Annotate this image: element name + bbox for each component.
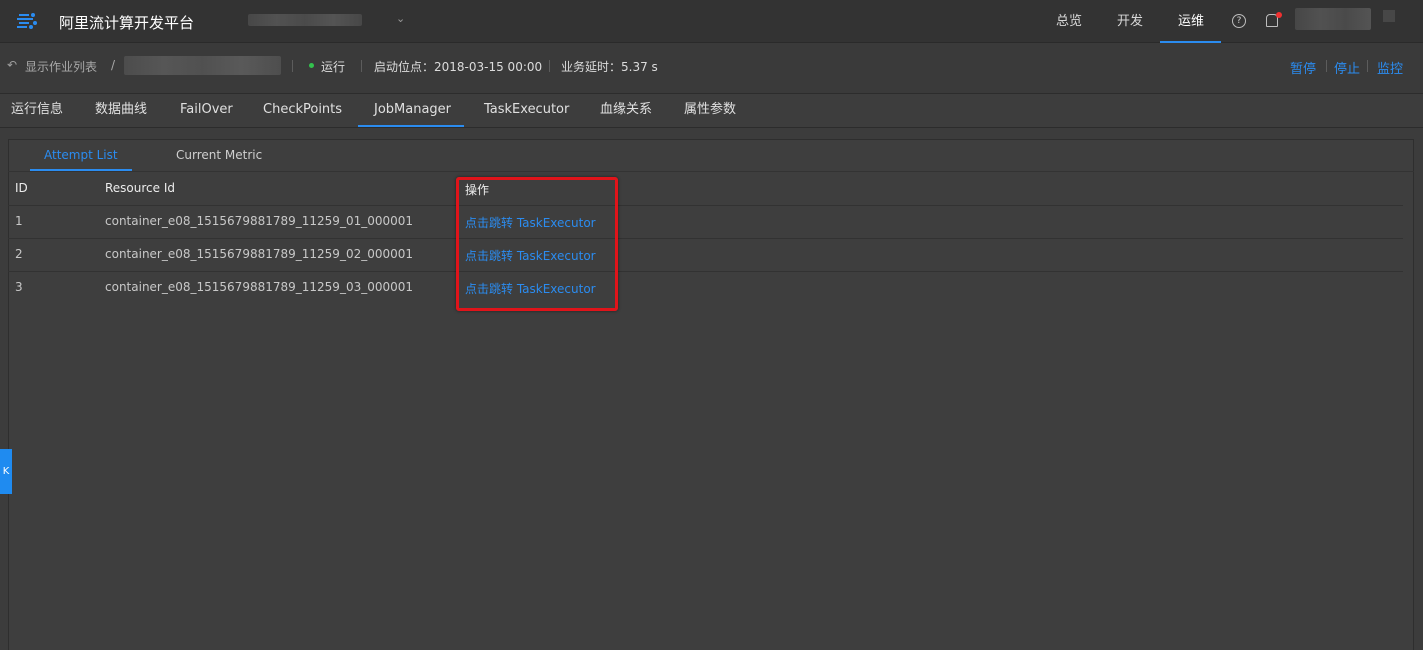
divider (1326, 60, 1327, 72)
column-header-resource-id: Resource Id (105, 181, 176, 195)
tab-checkpoints[interactable]: CheckPoints (263, 94, 342, 127)
job-name (124, 56, 281, 75)
divider (1367, 60, 1368, 72)
row-divider (8, 205, 1403, 206)
logo-icon[interactable] (16, 10, 38, 32)
back-arrow-icon[interactable]: ↶ (7, 58, 17, 72)
tab-taskexecutor[interactable]: TaskExecutor (484, 94, 569, 127)
nav-overview[interactable]: 总览 (1056, 0, 1082, 43)
back-to-job-list-link[interactable]: 显示作业列表 (25, 58, 97, 75)
tab-lineage[interactable]: 血缘关系 (600, 94, 652, 127)
start-offset: 启动位点：2018-03-15 00:00 (374, 60, 543, 74)
help-icon[interactable]: ? (1232, 14, 1246, 28)
tab-jobmanager[interactable]: JobManager (374, 94, 451, 127)
nav-operations[interactable]: 运维 (1178, 0, 1204, 43)
annotation-highlight-box (456, 177, 618, 311)
subtab-attempt-list[interactable]: Attempt List (44, 148, 118, 162)
stop-button[interactable]: 停止 (1334, 58, 1360, 77)
column-header-id: ID (15, 181, 28, 195)
row-1-resource-id: container_e08_1515679881789_11259_01_000… (105, 214, 414, 228)
nav-develop[interactable]: 开发 (1117, 0, 1143, 43)
top-navbar: 阿里流计算开发平台 ⌄ 总览 开发 运维 ? (0, 0, 1423, 43)
divider (549, 60, 550, 72)
tab-properties[interactable]: 属性参数 (684, 94, 736, 127)
tab-run-info[interactable]: 运行信息 (11, 94, 63, 127)
divider (8, 171, 1414, 172)
row-2-id: 2 (15, 247, 23, 261)
row-3-resource-id: container_e08_1515679881789_11259_03_000… (105, 280, 414, 294)
job-status: 运行 (321, 60, 346, 74)
business-delay: 业务延时：5.37 s (561, 60, 658, 74)
row-divider (8, 271, 1403, 272)
subtab-current-metric[interactable]: Current Metric (176, 148, 262, 162)
user-account[interactable] (1295, 8, 1371, 30)
divider (361, 60, 362, 72)
chevron-down-icon[interactable]: ⌄ (396, 12, 405, 25)
tab-data-curve[interactable]: 数据曲线 (95, 94, 147, 127)
job-header: ↶ 显示作业列表 / 运行 启动位点：2018-03-15 00:00 业务延时… (0, 43, 1423, 94)
side-panel-toggle[interactable]: K (0, 449, 12, 494)
app-title: 阿里流计算开发平台 (59, 14, 195, 32)
notification-dot (1276, 12, 1282, 18)
user-menu[interactable] (1383, 10, 1395, 22)
row-1-id: 1 (15, 214, 23, 228)
job-tabs: 运行信息 数据曲线 FailOver CheckPoints JobManage… (0, 94, 1423, 128)
tab-active-indicator (358, 125, 464, 127)
row-divider (8, 238, 1403, 239)
breadcrumb-separator: / (111, 58, 116, 72)
pause-button[interactable]: 暂停 (1290, 58, 1316, 77)
status-dot (309, 63, 314, 68)
monitor-button[interactable]: 监控 (1377, 58, 1403, 77)
project-selector[interactable] (248, 14, 362, 26)
row-3-id: 3 (15, 280, 23, 294)
divider (292, 60, 293, 72)
row-2-resource-id: container_e08_1515679881789_11259_02_000… (105, 247, 414, 261)
tab-failover[interactable]: FailOver (180, 94, 233, 127)
